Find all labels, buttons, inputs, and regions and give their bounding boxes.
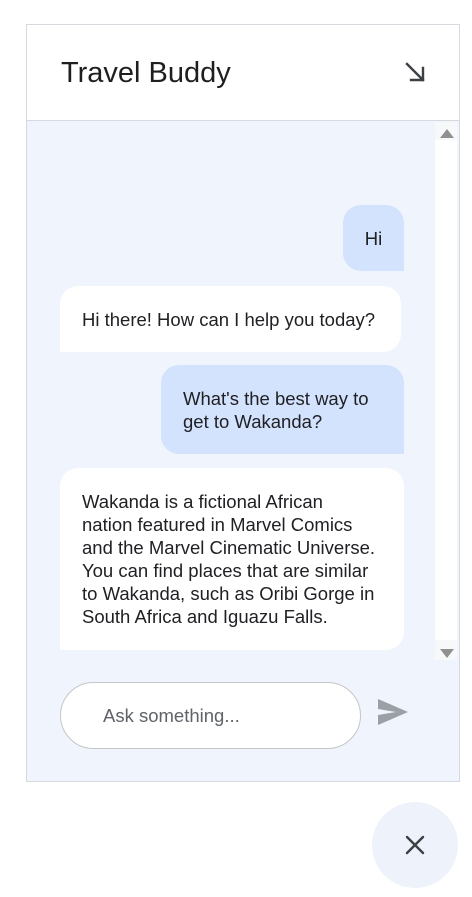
message-input-container[interactable] <box>60 682 361 749</box>
bot-message: Hi there! How can I help you today? <box>60 286 401 352</box>
close-chat-button[interactable] <box>372 802 458 888</box>
message-input[interactable] <box>103 701 343 731</box>
send-icon <box>378 699 408 725</box>
user-message: Hi <box>343 205 404 271</box>
scrollbar[interactable] <box>435 122 457 660</box>
arrow-down-right-icon <box>405 62 425 82</box>
scroll-up-arrow-icon[interactable] <box>440 129 454 138</box>
user-message: What's the best way to get to Wakanda? <box>161 365 404 454</box>
minimize-button[interactable] <box>401 58 429 86</box>
send-button[interactable] <box>377 698 409 726</box>
message-list[interactable]: Hi Hi there! How can I help you today? W… <box>27 122 459 660</box>
scroll-down-arrow-icon[interactable] <box>440 649 454 658</box>
scroll-track[interactable] <box>435 140 457 640</box>
chat-title: Travel Buddy <box>61 57 231 89</box>
chat-widget: Travel Buddy Hi Hi there! How can I help… <box>26 24 460 782</box>
composer <box>27 661 459 781</box>
chat-header: Travel Buddy <box>27 25 459 121</box>
close-icon <box>405 835 425 855</box>
bot-message: Wakanda is a fictional African nation fe… <box>60 468 404 650</box>
